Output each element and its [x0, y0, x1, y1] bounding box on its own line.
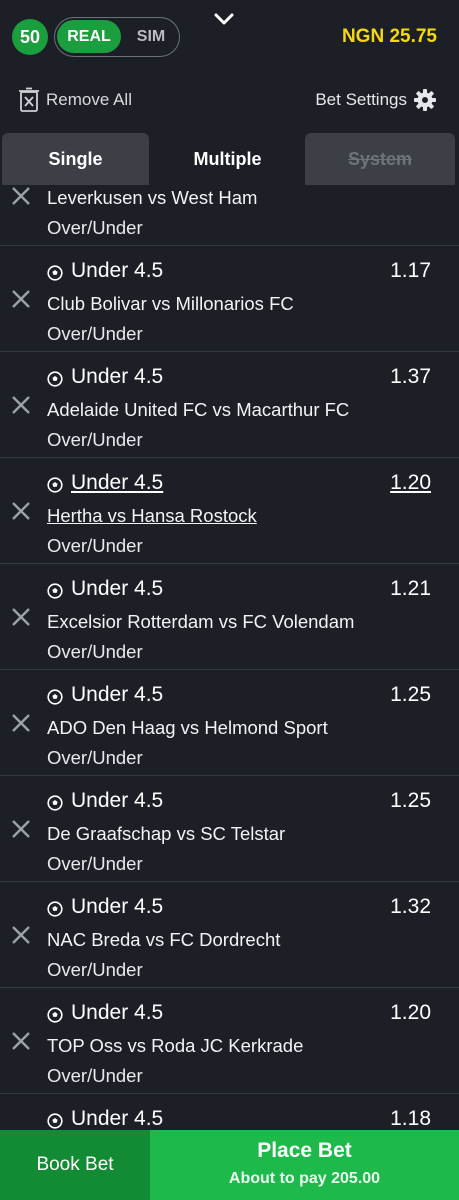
close-icon[interactable]	[10, 500, 32, 522]
bet-market: Over/Under	[47, 535, 143, 556]
bet-selection: Under 4.5	[71, 471, 164, 494]
close-icon[interactable]	[10, 606, 32, 628]
bet-market: Over/Under	[47, 1065, 143, 1086]
bet-odds: 1.20	[390, 1001, 431, 1024]
bet-match: Leverkusen vs West Ham	[47, 187, 258, 208]
bet-market: Over/Under	[47, 323, 143, 344]
soccer-ball-icon	[47, 583, 63, 599]
soccer-ball-icon	[47, 477, 63, 493]
bet-match: Excelsior Rotterdam vs FC Volendam	[47, 611, 355, 632]
bet-type-tabs: Single Multiple System	[0, 133, 459, 185]
remove-all-button[interactable]: Remove All	[18, 86, 132, 114]
remove-all-label: Remove All	[46, 90, 132, 109]
top-bar: 50 REAL SIM NGN 25.75	[0, 0, 459, 75]
soccer-ball-icon	[47, 1007, 63, 1023]
selection-count-badge: 50	[12, 19, 48, 55]
bet-selection: Under 4.5	[71, 683, 164, 706]
close-icon[interactable]	[10, 288, 32, 310]
bet-selection: Under 4.5	[71, 259, 164, 282]
close-icon[interactable]	[10, 818, 32, 840]
tab-system: System	[305, 133, 455, 185]
bet-odds: 1.25	[390, 683, 431, 706]
bet-odds: 1.37	[390, 365, 431, 388]
bet-item: Under 4.5 1.21 Excelsior Rotterdam vs FC…	[0, 564, 459, 670]
soccer-ball-icon	[47, 265, 63, 281]
tab-multiple[interactable]: Multiple	[155, 133, 300, 185]
bet-match: Club Bolivar vs Millonarios FC	[47, 293, 294, 314]
bet-item: Under 4.5 1.20 TOP Oss vs Roda JC Kerkra…	[0, 988, 459, 1094]
bet-item: Under 4.5 1.17 Club Bolivar vs Millonari…	[0, 246, 459, 352]
soccer-ball-icon	[47, 795, 63, 811]
bet-market: Over/Under	[47, 853, 143, 874]
soccer-ball-icon	[47, 1113, 63, 1129]
bet-match: De Graafschap vs SC Telstar	[47, 823, 286, 844]
soccer-ball-icon	[47, 901, 63, 917]
bet-odds: 1.18	[390, 1107, 431, 1130]
bet-match: NAC Breda vs FC Dordrecht	[47, 929, 281, 950]
bet-selection: Under 4.5	[71, 365, 164, 388]
bet-market: Over/Under	[47, 217, 143, 238]
bet-item: Under 4.5 1.25 ADO Den Haag vs Helmond S…	[0, 670, 459, 776]
soccer-ball-icon	[47, 689, 63, 705]
bet-market: Over/Under	[47, 959, 143, 980]
bet-market: Over/Under	[47, 429, 143, 450]
bet-item: Under 4.5 1.20 Hertha vs Hansa Rostock O…	[0, 458, 459, 564]
bet-match: Adelaide United FC vs Macarthur FC	[47, 399, 350, 420]
bet-settings-label: Bet Settings	[315, 90, 407, 109]
bet-odds: 1.20	[390, 471, 431, 494]
mode-real-option[interactable]: REAL	[57, 20, 121, 53]
bet-market: Over/Under	[47, 641, 143, 662]
bet-selection: Under 4.5	[71, 1001, 164, 1024]
bet-selection: Under 4.5	[71, 789, 164, 812]
close-icon[interactable]	[10, 924, 32, 946]
bet-item: Leverkusen vs West Ham Over/Under	[0, 185, 459, 246]
bet-match: TOP Oss vs Roda JC Kerkrade	[47, 1035, 304, 1056]
close-icon[interactable]	[10, 1030, 32, 1052]
mode-sim-option[interactable]: SIM	[125, 20, 177, 53]
trash-icon	[19, 87, 39, 112]
bet-odds: 1.32	[390, 895, 431, 918]
bet-selection: Under 4.5	[71, 577, 164, 600]
bet-selection: Under 4.5	[71, 895, 164, 918]
betslip-list[interactable]: Leverkusen vs West Ham Over/Under Under …	[0, 185, 459, 1130]
bet-item: Under 4.5 1.32 NAC Breda vs FC Dordrecht…	[0, 882, 459, 988]
close-icon[interactable]	[10, 712, 32, 734]
bet-market: Over/Under	[47, 747, 143, 768]
bet-odds: 1.21	[390, 577, 431, 600]
real-sim-toggle[interactable]: REAL SIM	[54, 17, 180, 57]
bet-action-bar: Book Bet Place Bet About to pay 205.00	[0, 1130, 459, 1200]
bet-item: Under 4.5 1.18	[0, 1094, 459, 1130]
bet-selection: Under 4.5	[71, 1107, 164, 1130]
book-bet-button[interactable]: Book Bet	[0, 1130, 150, 1200]
bet-settings-button[interactable]: Bet Settings	[315, 86, 437, 114]
chevron-down-icon[interactable]	[212, 10, 236, 30]
account-balance: NGN 25.75	[341, 26, 437, 47]
bet-match: ADO Den Haag vs Helmond Sport	[47, 717, 328, 738]
close-icon[interactable]	[10, 394, 32, 416]
bet-odds: 1.17	[390, 259, 431, 282]
gear-icon	[414, 89, 436, 111]
bet-odds: 1.25	[390, 789, 431, 812]
payout-text: About to pay 205.00	[228, 1170, 381, 1187]
bet-item: Under 4.5 1.37 Adelaide United FC vs Mac…	[0, 352, 459, 458]
close-icon[interactable]	[10, 185, 32, 207]
bet-match: Hertha vs Hansa Rostock	[47, 505, 257, 526]
place-bet-label: Place Bet	[257, 1139, 352, 1162]
soccer-ball-icon	[47, 371, 63, 387]
place-bet-button[interactable]: Place Bet About to pay 205.00	[150, 1130, 459, 1200]
bet-item: Under 4.5 1.25 De Graafschap vs SC Telst…	[0, 776, 459, 882]
tab-single[interactable]: Single	[2, 133, 149, 185]
